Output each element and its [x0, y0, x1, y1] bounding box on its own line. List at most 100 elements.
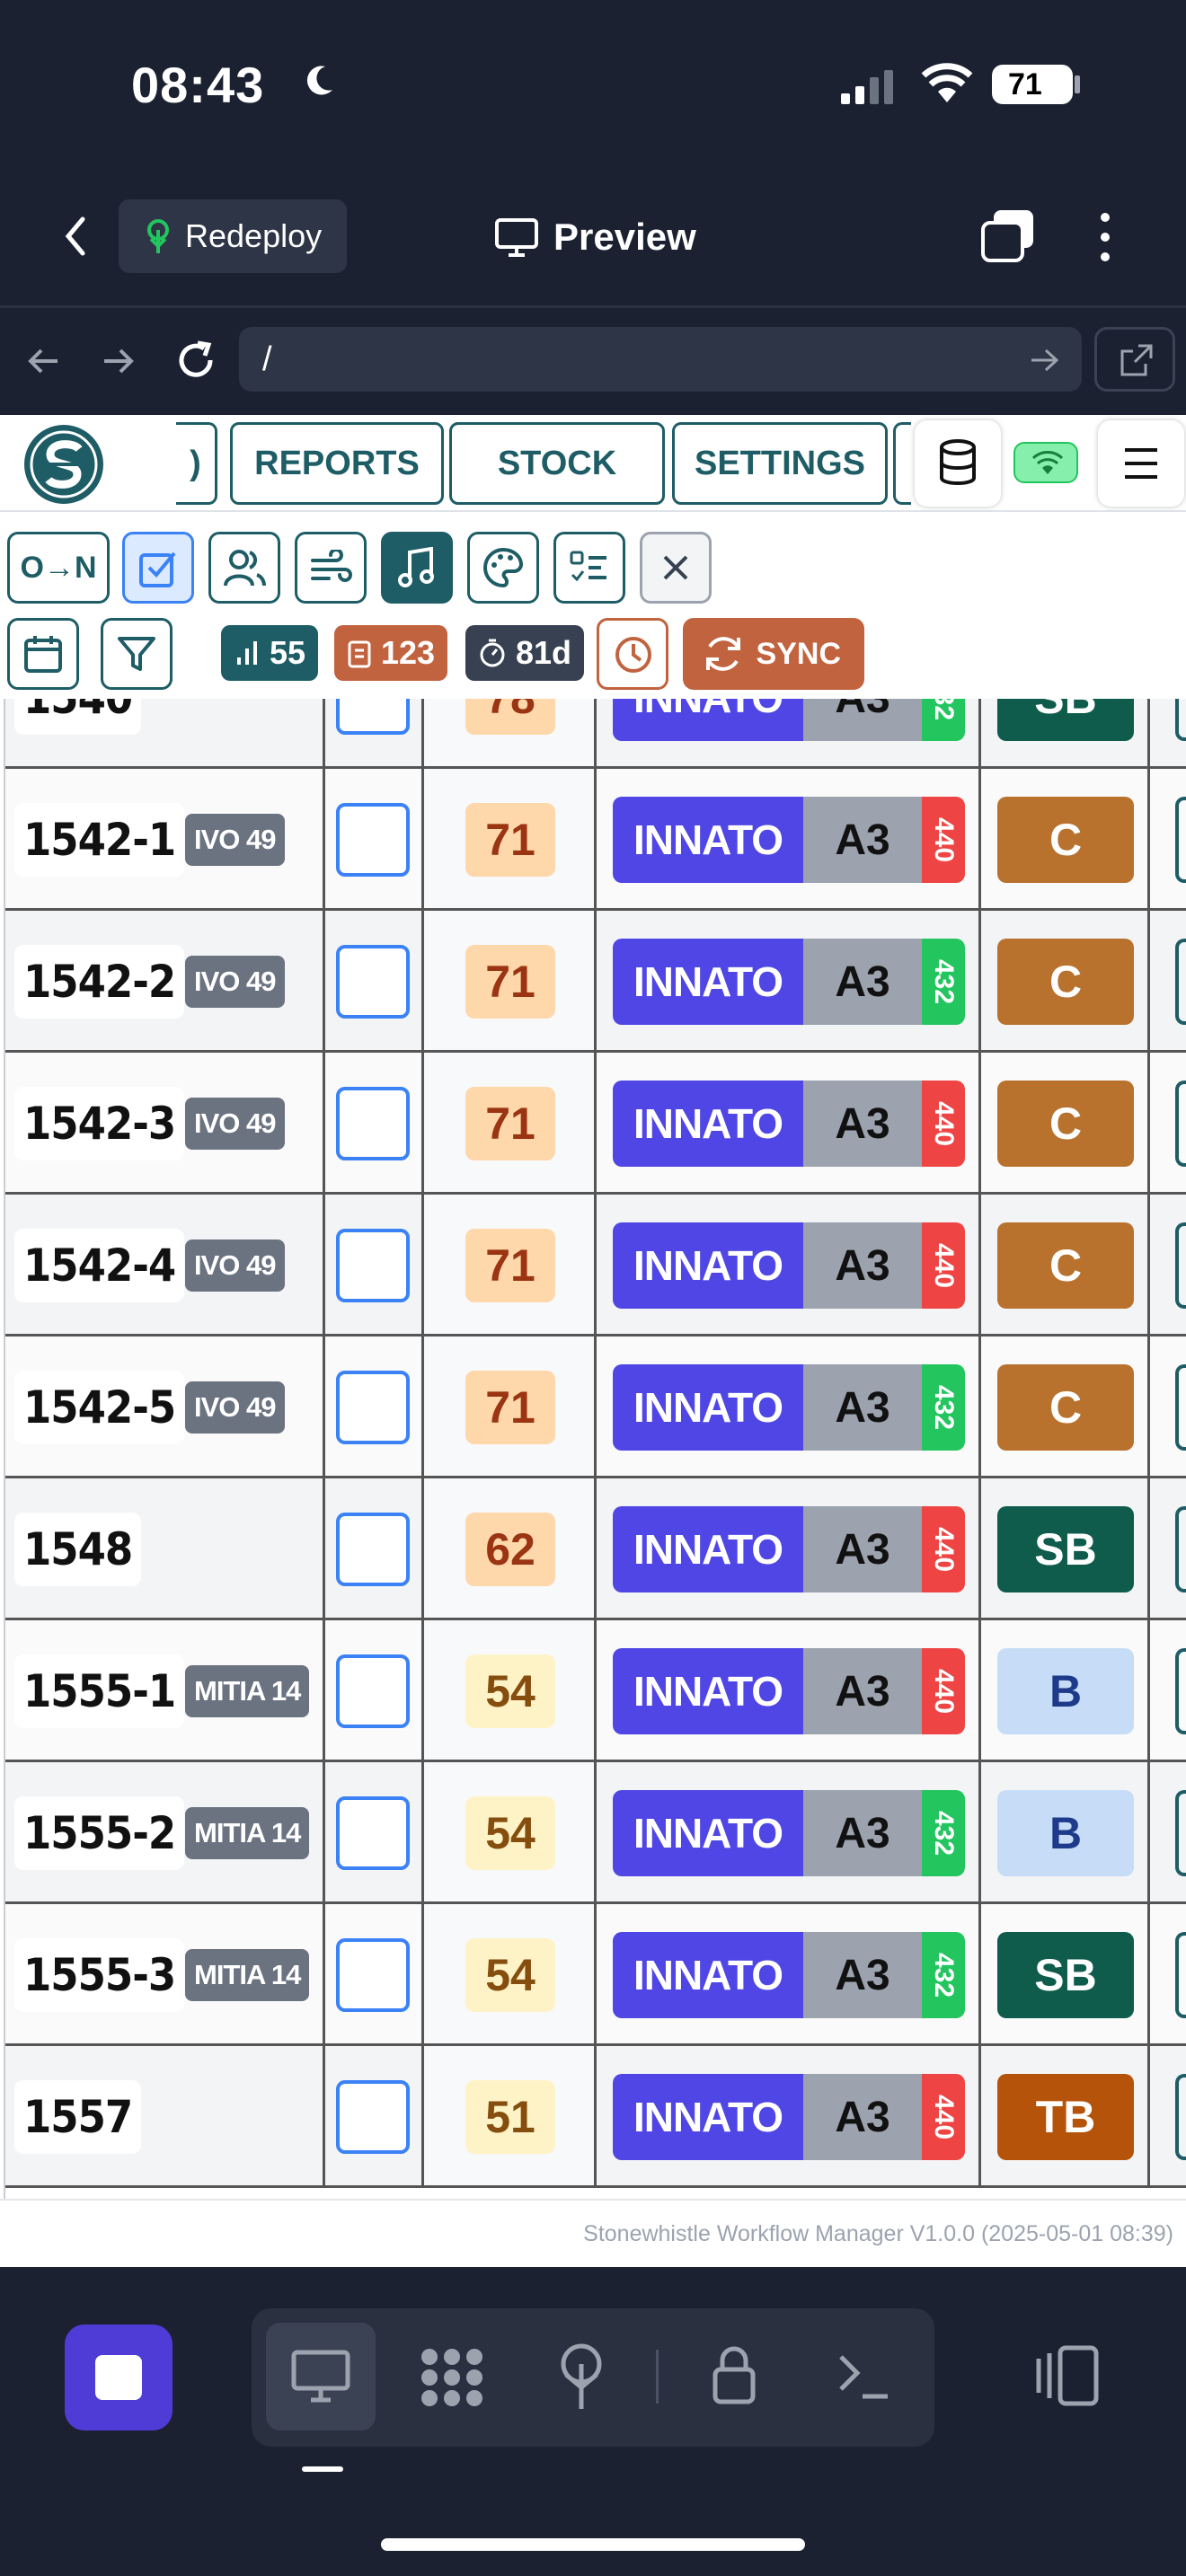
next-column-edge[interactable]: [1175, 1364, 1186, 1451]
grade-badge[interactable]: C: [997, 1081, 1134, 1167]
filter-button[interactable]: [101, 618, 173, 690]
database-button[interactable]: [915, 420, 1001, 507]
go-icon[interactable]: [1030, 347, 1060, 374]
order-id: 1542-4: [14, 1229, 185, 1302]
product-badge[interactable]: INNATOA3432: [613, 1364, 965, 1451]
tuning-value: 432: [929, 958, 959, 1005]
next-column-edge[interactable]: [1175, 797, 1186, 883]
music-filter-button[interactable]: [381, 532, 453, 604]
checklist-button[interactable]: [553, 532, 625, 604]
sort-order-button[interactable]: O→N: [7, 532, 110, 604]
table-row[interactable]: 1555-2 MITIA 14 54 INNATO A3 432 B: [5, 1762, 1186, 1904]
url-input[interactable]: /: [239, 327, 1082, 392]
back-icon[interactable]: [59, 214, 92, 259]
table-row[interactable]: 1542-4 IVO 49 71 INNATO A3 440 C: [5, 1195, 1186, 1337]
product-badge[interactable]: INNATO A3 440: [613, 2074, 965, 2160]
workflow-icon[interactable]: [419, 2344, 485, 2411]
product-badge[interactable]: INNATO A3 440: [613, 1648, 965, 1734]
table-row[interactable]: 1555-3 MITIA 14 54 INNATO A3 432 SB: [5, 1904, 1186, 2046]
terminal-icon[interactable]: [836, 2350, 891, 2402]
tabs-icon[interactable]: [981, 210, 1035, 262]
grade-badge[interactable]: SB: [997, 1506, 1134, 1592]
table-row[interactable]: 1542-2 IVO 49 71 INNATO A3 432 C: [5, 911, 1186, 1053]
row-checkbox[interactable]: [336, 803, 410, 877]
row-checkbox[interactable]: [336, 1087, 410, 1160]
next-column-edge[interactable]: [1175, 1506, 1186, 1592]
product-badge[interactable]: INNATO A3 440: [613, 1506, 965, 1592]
desktop-view-button[interactable]: [266, 2323, 376, 2430]
table-row[interactable]: 1555-1 MITIA 14 54 INNATO A3 440 B: [5, 1620, 1186, 1762]
tab-reports[interactable]: REPORTS: [230, 422, 444, 505]
product-badge[interactable]: INNATOA3432: [613, 939, 965, 1025]
customers-filter-button[interactable]: [208, 532, 280, 604]
next-column-edge[interactable]: [1175, 1790, 1186, 1876]
deploy-tree-icon[interactable]: [553, 2342, 609, 2411]
redeploy-button[interactable]: Redeploy: [119, 199, 347, 273]
table-row[interactable]: 1542-5 IVO 49 71 INNATO A3 432 C: [5, 1337, 1186, 1478]
product-badge[interactable]: INNATO A3 440: [613, 1081, 965, 1167]
row-checkbox[interactable]: [336, 1513, 410, 1586]
reload-icon[interactable]: [174, 338, 219, 383]
app-logo[interactable]: [20, 422, 108, 507]
grade-badge[interactable]: C: [997, 939, 1134, 1025]
tuning-value: 440: [929, 1526, 959, 1573]
grade-badge[interactable]: B: [997, 1790, 1134, 1876]
tab-stock[interactable]: STOCK: [449, 422, 665, 505]
preview-tab[interactable]: Preview: [494, 208, 696, 266]
more-vertical-icon[interactable]: [1094, 208, 1116, 266]
next-column-edge[interactable]: [1175, 1932, 1186, 2018]
tab-partial[interactable]: ): [176, 422, 217, 505]
menu-button[interactable]: [1098, 420, 1184, 507]
grade-badge[interactable]: SB: [997, 699, 1134, 741]
product-badge[interactable]: INNATOA3432: [613, 1932, 965, 2018]
wind-filter-button[interactable]: [295, 532, 367, 604]
color-filter-button[interactable]: [467, 532, 539, 604]
row-checkbox[interactable]: [336, 1654, 410, 1728]
select-mode-button[interactable]: [122, 532, 194, 604]
table-row[interactable]: 1540 78 INNATOA3 432 SB: [5, 699, 1186, 769]
tab-next-partial[interactable]: [893, 422, 911, 505]
split-view-icon[interactable]: [1033, 2344, 1100, 2407]
next-column-edge[interactable]: [1175, 2074, 1186, 2160]
next-column-edge[interactable]: [1175, 1648, 1186, 1734]
product-badge[interactable]: INNATOA3432: [613, 699, 965, 741]
tuning-badge: 440: [922, 1081, 965, 1167]
date-filter-button[interactable]: [7, 618, 79, 690]
next-column-edge[interactable]: [1175, 699, 1186, 741]
grade-badge[interactable]: B: [997, 1648, 1134, 1734]
table-row[interactable]: 1557 51 INNATO A3 440 TB: [5, 2046, 1186, 2188]
row-checkbox[interactable]: [336, 1796, 410, 1870]
next-column-edge[interactable]: [1175, 939, 1186, 1025]
row-checkbox[interactable]: [336, 1229, 410, 1302]
clear-filters-button[interactable]: [640, 532, 712, 604]
table-row[interactable]: 1542-1 IVO 49 71 INNATO A3 440 C: [5, 769, 1186, 911]
product-badge[interactable]: INNATO A3 440: [613, 1222, 965, 1309]
grade-badge[interactable]: C: [997, 1222, 1134, 1309]
table-row[interactable]: 1548 62 INNATO A3 440 SB: [5, 1478, 1186, 1620]
grade-badge[interactable]: TB: [997, 2074, 1134, 2160]
tab-settings[interactable]: SETTINGS: [672, 422, 888, 505]
row-checkbox[interactable]: [336, 1371, 410, 1444]
open-external-button[interactable]: [1094, 327, 1175, 392]
row-checkbox[interactable]: [336, 2080, 410, 2154]
sync-button[interactable]: SYNC: [683, 618, 864, 690]
nav-forward-icon[interactable]: [101, 345, 137, 377]
grade-badge[interactable]: C: [997, 797, 1134, 883]
row-checkbox[interactable]: [336, 945, 410, 1019]
tuning-value: 440: [929, 2094, 959, 2140]
grade-badge[interactable]: SB: [997, 1932, 1134, 2018]
nav-back-icon[interactable]: [25, 345, 61, 377]
row-checkbox[interactable]: [336, 1938, 410, 2012]
product-name: INNATO: [613, 1790, 803, 1876]
history-button[interactable]: [597, 618, 668, 690]
row-checkbox[interactable]: [336, 699, 410, 735]
next-column-edge[interactable]: [1175, 1222, 1186, 1309]
next-column-edge[interactable]: [1175, 1081, 1186, 1167]
table-row[interactable]: 1542-3 IVO 49 71 INNATO A3 440 C: [5, 1053, 1186, 1195]
external-link-icon: [1120, 344, 1153, 376]
home-indicator[interactable]: [381, 2538, 805, 2551]
product-badge[interactable]: INNATOA3432: [613, 1790, 965, 1876]
product-badge[interactable]: INNATO A3 440: [613, 797, 965, 883]
grade-badge[interactable]: C: [997, 1364, 1134, 1451]
lock-icon[interactable]: [712, 2342, 757, 2405]
